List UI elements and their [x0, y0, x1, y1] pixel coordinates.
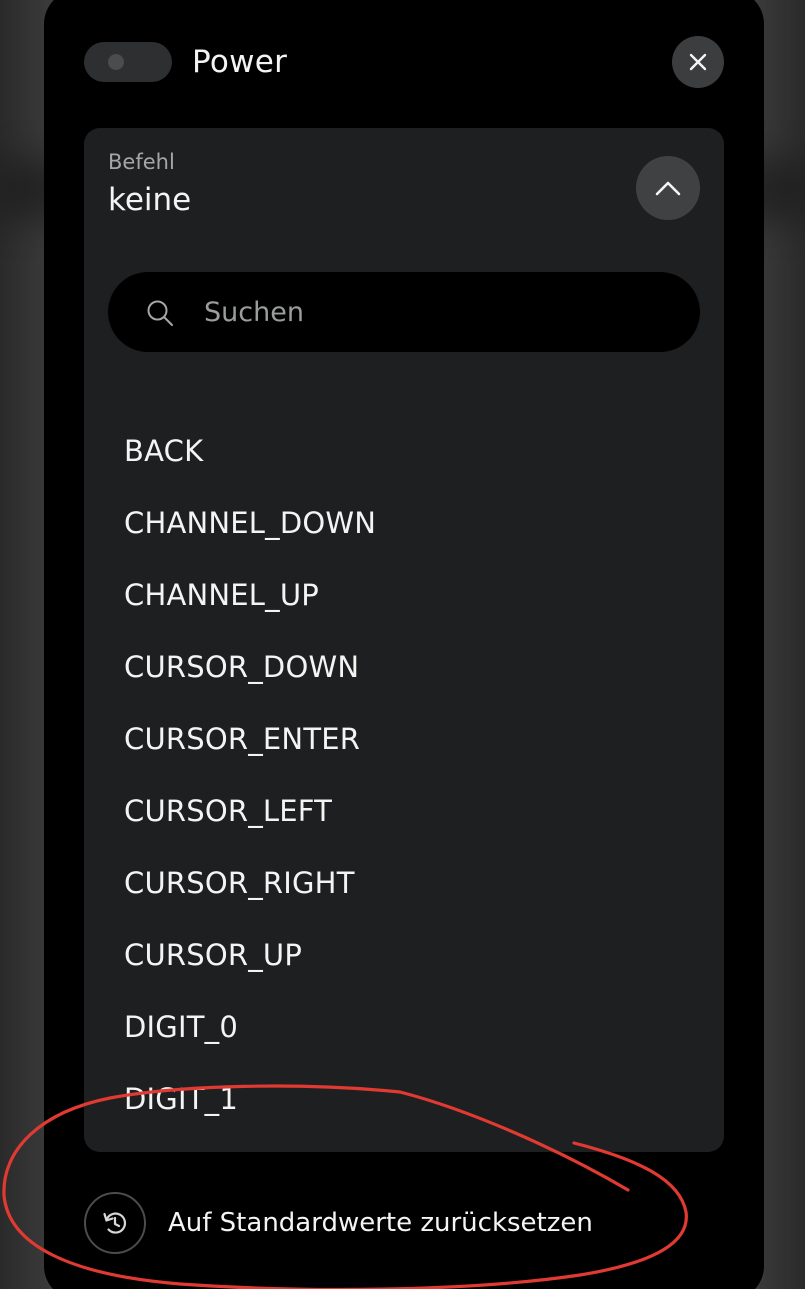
command-field-value: keine: [108, 182, 192, 218]
close-icon: [689, 53, 707, 71]
command-field-label: Befehl: [108, 150, 175, 174]
option-item[interactable]: CURSOR_LEFT: [124, 776, 684, 848]
search-input[interactable]: [204, 272, 674, 352]
close-button[interactable]: [672, 36, 724, 88]
option-item[interactable]: CURSOR_UP: [124, 920, 684, 992]
reset-icon: [84, 1192, 146, 1254]
reset-defaults-label: Auf Standardwerte zurücksetzen: [168, 1208, 593, 1238]
option-item[interactable]: CURSOR_ENTER: [124, 704, 684, 776]
dialog-title: Power: [192, 44, 288, 80]
search-icon: [147, 300, 173, 326]
option-item[interactable]: CHANNEL_DOWN: [124, 488, 684, 560]
option-item[interactable]: CURSOR_RIGHT: [124, 848, 684, 920]
toggle-knob: [108, 54, 124, 70]
power-toggle[interactable]: [84, 42, 172, 82]
reset-defaults-button[interactable]: Auf Standardwerte zurücksetzen: [84, 1192, 644, 1254]
option-item[interactable]: DIGIT_0: [124, 992, 684, 1064]
option-item[interactable]: DIGIT_1: [124, 1064, 684, 1136]
option-item[interactable]: CHANNEL_UP: [124, 560, 684, 632]
command-option-list: BACK CHANNEL_DOWN CHANNEL_UP CURSOR_DOWN…: [124, 416, 684, 1136]
chevron-up-icon: [655, 181, 681, 196]
option-item[interactable]: CURSOR_DOWN: [124, 632, 684, 704]
option-item[interactable]: BACK: [124, 416, 684, 488]
collapse-dropdown-button[interactable]: [636, 156, 700, 220]
command-select-card: Befehl keine BACK CHANNEL_DOWN CHANNEL_U…: [84, 128, 724, 1152]
search-box[interactable]: [108, 272, 700, 352]
